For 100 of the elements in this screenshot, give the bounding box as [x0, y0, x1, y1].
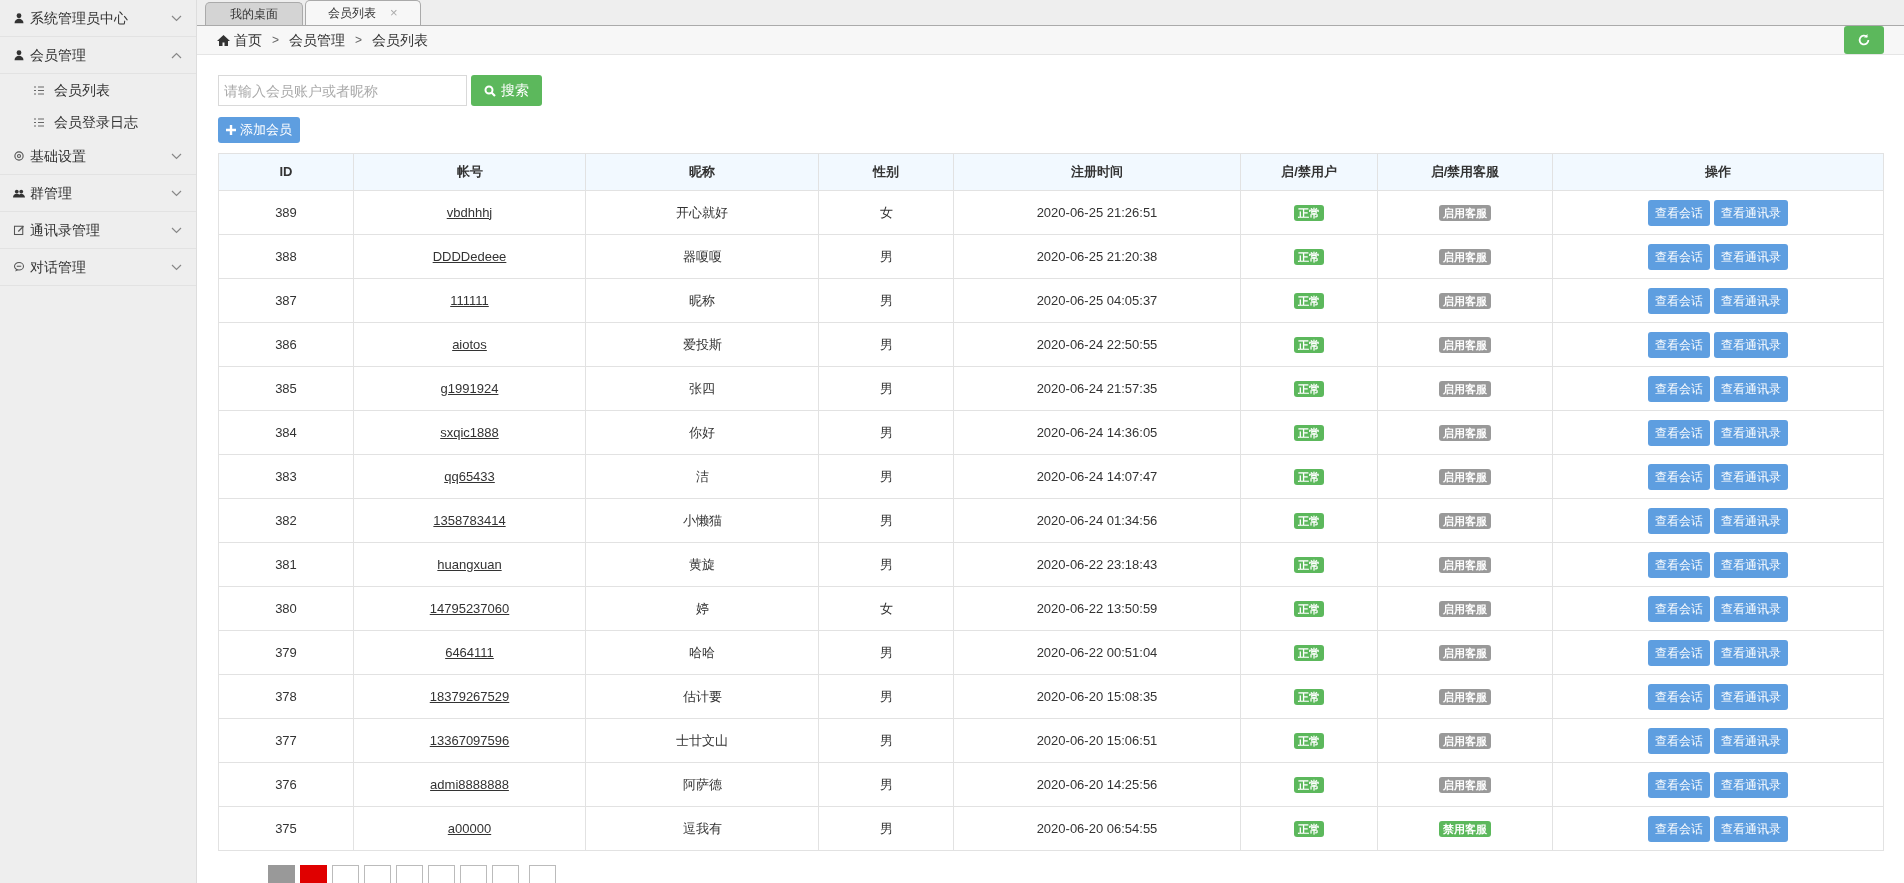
table-cell: 男	[818, 542, 954, 587]
refresh-icon	[1857, 33, 1871, 47]
service-toggle-badge[interactable]: 启用客服	[1439, 380, 1491, 397]
account-link[interactable]: qq65433	[444, 468, 495, 484]
view-contacts-button[interactable]: 查看通讯录	[1714, 639, 1788, 666]
service-toggle-badge[interactable]: 启用客服	[1439, 644, 1491, 661]
view-contacts-button[interactable]: 查看通讯录	[1714, 463, 1788, 490]
service-toggle-badge[interactable]: 启用客服	[1439, 600, 1491, 617]
view-contacts-button[interactable]: 查看通讯录	[1714, 815, 1788, 842]
view-chat-button[interactable]: 查看会话	[1648, 815, 1710, 842]
view-contacts-button[interactable]: 查看通讯录	[1714, 375, 1788, 402]
tab[interactable]: 我的桌面	[205, 2, 303, 25]
service-toggle-badge[interactable]: 启用客服	[1439, 424, 1491, 441]
view-chat-button[interactable]: 查看会话	[1648, 771, 1710, 798]
view-chat-button[interactable]: 查看会话	[1648, 727, 1710, 754]
view-contacts-button[interactable]: 查看通讯录	[1714, 199, 1788, 226]
close-tab-button[interactable]: ×	[390, 3, 398, 23]
sidebar-label: 通讯录管理	[30, 220, 101, 240]
account-link[interactable]: huangxuan	[437, 556, 502, 572]
account-link[interactable]: DDDDedeee	[432, 248, 507, 264]
view-chat-button[interactable]: 查看会话	[1648, 287, 1710, 314]
table-cell: 2020-06-22 13:50:59	[953, 586, 1241, 631]
status-badge: 正常	[1294, 292, 1324, 309]
view-contacts-button[interactable]: 查看通讯录	[1714, 331, 1788, 358]
view-chat-button[interactable]: 查看会话	[1648, 199, 1710, 226]
sidebar-subitem[interactable]: 会员登录日志	[0, 106, 196, 138]
service-toggle-badge[interactable]: 禁用客服	[1439, 820, 1491, 837]
sidebar-label: 系统管理员中心	[30, 8, 129, 28]
breadcrumb-link[interactable]: 会员管理	[289, 29, 345, 51]
sidebar-menu-item[interactable]: 基础设置	[0, 138, 196, 175]
view-contacts-button[interactable]: 查看通讯录	[1714, 551, 1788, 578]
sidebar-menu-item[interactable]: 通讯录管理	[0, 212, 196, 249]
account-link[interactable]: 6464111	[445, 644, 494, 660]
breadcrumb-link[interactable]: 首页	[234, 29, 262, 51]
table-cell: 男	[818, 762, 954, 807]
edit-icon	[13, 224, 25, 236]
service-toggle-badge[interactable]: 启用客服	[1439, 204, 1491, 221]
table-cell: 黄旋	[585, 542, 819, 587]
view-chat-button[interactable]: 查看会话	[1648, 507, 1710, 534]
view-contacts-button[interactable]: 查看通讯录	[1714, 595, 1788, 622]
column-header: 性别	[818, 153, 954, 191]
service-toggle-badge[interactable]: 启用客服	[1439, 688, 1491, 705]
account-link[interactable]: vbdhhhj	[446, 204, 493, 220]
view-chat-button[interactable]: 查看会话	[1648, 243, 1710, 270]
breadcrumb-link[interactable]: 会员列表	[372, 29, 429, 51]
sidebar-menu-item[interactable]: 会员管理	[0, 37, 196, 74]
view-chat-button[interactable]: 查看会话	[1648, 375, 1710, 402]
table-cell: 小懒猫	[585, 498, 819, 543]
table-cell: 男	[818, 806, 954, 851]
search-field[interactable]: 请输入会员账户或者昵称	[218, 75, 467, 106]
view-chat-button[interactable]: 查看会话	[1648, 639, 1710, 666]
service-toggle-badge[interactable]: 启用客服	[1439, 776, 1491, 793]
service-toggle-badge[interactable]: 启用客服	[1439, 248, 1491, 265]
view-contacts-button[interactable]: 查看通讯录	[1714, 243, 1788, 270]
service-toggle-badge[interactable]: 启用客服	[1439, 468, 1491, 485]
account-link[interactable]: g1991924	[440, 380, 499, 396]
sidebar-subitem[interactable]: 会员列表	[0, 74, 196, 106]
view-chat-button[interactable]: 查看会话	[1648, 331, 1710, 358]
account-link[interactable]: 14795237060	[429, 600, 510, 616]
view-contacts-button[interactable]: 查看通讯录	[1714, 727, 1788, 754]
settings-icon	[13, 150, 25, 162]
sidebar-menu-item[interactable]: 系统管理员中心	[0, 0, 196, 37]
breadcrumb-separator: >	[355, 32, 363, 49]
search-button[interactable]: 搜索	[471, 75, 542, 106]
list-icon	[34, 85, 44, 95]
account-link[interactable]: a00000	[447, 820, 492, 836]
service-toggle-badge[interactable]: 启用客服	[1439, 556, 1491, 573]
view-chat-button[interactable]: 查看会话	[1648, 551, 1710, 578]
table-cell: 你好	[585, 410, 819, 455]
account-link[interactable]: 1358783414	[433, 512, 506, 528]
service-toggle-badge[interactable]: 启用客服	[1439, 732, 1491, 749]
table-cell: 2020-06-22 00:51:04	[953, 630, 1241, 675]
view-chat-button[interactable]: 查看会话	[1648, 595, 1710, 622]
table-cell: 估计要	[585, 674, 819, 719]
sidebar-menu-item[interactable]: 对话管理	[0, 249, 196, 286]
view-chat-button[interactable]: 查看会话	[1648, 463, 1710, 490]
view-contacts-button[interactable]: 查看通讯录	[1714, 683, 1788, 710]
table-cell: 2020-06-25 04:05:37	[953, 278, 1241, 323]
sidebar-label: 对话管理	[30, 257, 87, 277]
account-link[interactable]: admi8888888	[430, 776, 509, 792]
table-cell: 器嗄嗄	[585, 234, 819, 279]
view-contacts-button[interactable]: 查看通讯录	[1714, 507, 1788, 534]
view-contacts-button[interactable]: 查看通讯录	[1714, 771, 1788, 798]
service-toggle-badge[interactable]: 启用客服	[1439, 512, 1491, 529]
tab[interactable]: 会员列表 ×	[305, 0, 421, 25]
account-link[interactable]: 13367097596	[429, 732, 510, 748]
service-toggle-badge[interactable]: 启用客服	[1439, 292, 1491, 309]
view-chat-button[interactable]: 查看会话	[1648, 683, 1710, 710]
account-link[interactable]: aiotos	[452, 336, 487, 352]
account-link[interactable]: sxqic1888	[440, 424, 499, 440]
table-cell: 男	[818, 630, 954, 675]
view-contacts-button[interactable]: 查看通讯录	[1714, 287, 1788, 314]
sidebar-menu-item[interactable]: 群管理	[0, 175, 196, 212]
service-toggle-badge[interactable]: 启用客服	[1439, 336, 1491, 353]
view-contacts-button[interactable]: 查看通讯录	[1714, 419, 1788, 446]
view-chat-button[interactable]: 查看会话	[1648, 419, 1710, 446]
refresh-button[interactable]	[1844, 26, 1884, 54]
add-member-button[interactable]: 添加会员	[218, 117, 300, 143]
account-link[interactable]: 18379267529	[429, 688, 510, 704]
account-link[interactable]: 111111	[450, 292, 489, 308]
